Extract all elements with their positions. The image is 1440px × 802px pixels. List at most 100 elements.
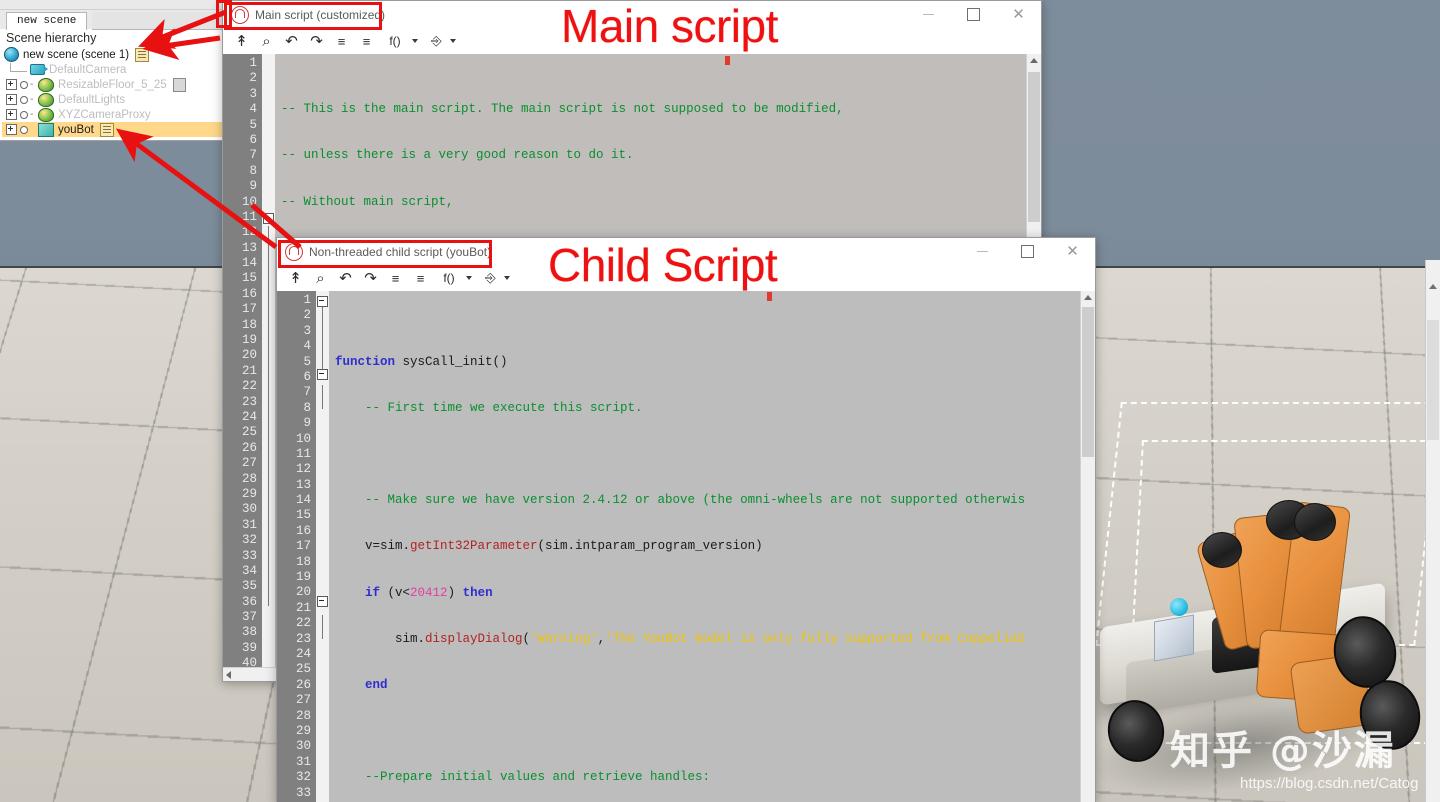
child-script-code[interactable]: function sysCall_init() -- First time we…	[329, 291, 1080, 802]
chevron-down-icon[interactable]	[412, 39, 418, 43]
scroll-thumb[interactable]	[1028, 72, 1040, 222]
fold-toggle-line-6[interactable]	[317, 369, 328, 380]
code-line: -- First time we execute this script.	[335, 400, 643, 415]
tab-bar-filler	[92, 12, 222, 30]
code-template-icon[interactable]: ⎆	[478, 267, 503, 289]
visibility-dot-icon[interactable]	[20, 95, 28, 104]
text-cursor	[767, 292, 772, 301]
child-window-controls[interactable]: ✕	[960, 238, 1095, 265]
tree-item-defaultcamera[interactable]: DefaultCamera	[2, 62, 222, 77]
dash-icon: -	[30, 94, 34, 105]
viewport-scroll-thumb[interactable]	[1427, 320, 1439, 440]
expand-toggle-icon[interactable]	[6, 79, 17, 90]
child-script-window[interactable]: Non-threaded child script (youBot) ✕ ↟ ⌕…	[276, 237, 1096, 802]
indent-icon[interactable]: ≡	[408, 267, 433, 289]
visibility-dot-icon[interactable]	[20, 80, 28, 89]
scroll-up-icon[interactable]	[1429, 284, 1437, 289]
tree-item-resizablefloor[interactable]: - ResizableFloor_5_25	[2, 77, 222, 92]
script-icon[interactable]	[99, 122, 114, 137]
child-script-titlebar[interactable]: Non-threaded child script (youBot) ✕	[277, 238, 1095, 265]
visibility-dot-icon[interactable]	[20, 125, 28, 134]
search-icon[interactable]: ⌕	[254, 30, 279, 52]
scene-tab-bar[interactable]: new scene	[0, 10, 222, 30]
unindent-icon[interactable]: ≡	[329, 30, 354, 52]
minimize-button[interactable]	[906, 1, 951, 28]
unindent-icon[interactable]: ≡	[383, 267, 408, 289]
code-template-icon[interactable]: ⎆	[424, 30, 449, 52]
chevron-down-icon-2[interactable]	[504, 276, 510, 280]
redo-icon[interactable]: ↷	[304, 30, 329, 52]
main-script-titlebar[interactable]: Main script (customized) ✕	[223, 1, 1041, 28]
tree-item-label: new scene (scene 1)	[23, 48, 130, 61]
scroll-left-icon[interactable]	[226, 671, 231, 679]
dash-icon	[30, 124, 36, 135]
tree-item-defaultlights[interactable]: - DefaultLights	[2, 92, 222, 107]
scroll-up-icon[interactable]	[1030, 58, 1038, 63]
scene-tree[interactable]: new scene (scene 1) DefaultCamera - Resi…	[0, 47, 222, 137]
fold-toggle-line-1[interactable]	[317, 296, 328, 307]
minimize-button[interactable]	[960, 238, 1005, 265]
visibility-dot-icon[interactable]	[20, 110, 28, 119]
upload-icon[interactable]: ↟	[283, 267, 308, 289]
expand-toggle-icon[interactable]	[6, 94, 17, 105]
scene-cube-object	[1154, 614, 1194, 662]
fold-toggle-line-11[interactable]	[263, 213, 274, 224]
script-umbrella-icon	[285, 242, 303, 261]
tree-item-label: ResizableFloor_5_25	[58, 78, 167, 91]
dash-icon: -	[30, 109, 34, 120]
dash-icon: -	[30, 79, 34, 90]
close-button[interactable]: ✕	[1050, 238, 1095, 265]
robot-joint-1	[1202, 532, 1242, 568]
sphere-icon	[38, 107, 54, 122]
script-icon[interactable]	[135, 47, 150, 62]
function-list-icon[interactable]: f()	[433, 267, 465, 289]
scroll-thumb[interactable]	[1082, 307, 1094, 457]
expand-toggle-icon[interactable]	[6, 124, 17, 135]
camera-icon	[30, 64, 48, 75]
chevron-down-icon[interactable]	[466, 276, 472, 280]
viewport-scrollbar[interactable]	[1425, 260, 1440, 802]
text-cursor	[725, 56, 730, 65]
function-list-icon[interactable]: f()	[379, 30, 411, 52]
child-fold-column[interactable]	[316, 291, 329, 802]
upload-icon[interactable]: ↟	[229, 30, 254, 52]
main-window-controls[interactable]: ✕	[906, 1, 1041, 28]
tree-item-label: youBot	[58, 123, 94, 136]
undo-icon[interactable]: ↶	[333, 267, 358, 289]
child-script-title: Non-threaded child script (youBot)	[309, 244, 492, 259]
maximize-button[interactable]	[1005, 238, 1050, 265]
expand-toggle-icon[interactable]	[6, 109, 17, 120]
code-line: -- Without main script,	[281, 194, 454, 209]
sphere-icon	[38, 77, 54, 92]
scene-hierarchy-title: Scene hierarchy	[0, 29, 222, 47]
main-fold-column[interactable]	[262, 54, 275, 681]
scene-hierarchy-panel[interactable]: new scene Scene hierarchy new scene (sce…	[0, 0, 223, 141]
tree-item-new-scene[interactable]: new scene (scene 1)	[2, 47, 222, 62]
chevron-down-icon-2[interactable]	[450, 39, 456, 43]
target-dummy-marker	[1170, 598, 1188, 616]
panel-top-strip	[0, 0, 222, 10]
sphere-icon	[38, 92, 54, 107]
search-icon[interactable]: ⌕	[308, 267, 333, 289]
redo-icon[interactable]: ↷	[358, 267, 383, 289]
page-icon[interactable]	[172, 77, 186, 92]
globe-icon	[4, 47, 19, 62]
child-code-scrollbar[interactable]	[1080, 291, 1095, 802]
child-script-code-area[interactable]: 1234 5678 9 10 11 12 13 14 15 16 17 18 19 20 21 22…	[277, 291, 1095, 802]
tab-new-scene[interactable]: new scene	[6, 12, 88, 30]
tree-item-label: DefaultLights	[58, 93, 126, 106]
tree-item-label: XYZCameraProxy	[58, 108, 151, 121]
tree-item-youbot[interactable]: youBot	[2, 122, 222, 137]
child-script-toolbar[interactable]: ↟ ⌕ ↶ ↷ ≡ ≡ f() ⎆	[277, 265, 1095, 292]
tree-item-xyzcameraproxy[interactable]: - XYZCameraProxy	[2, 107, 222, 122]
code-line: --Prepare initial values and retrieve ha…	[335, 770, 711, 785]
main-script-toolbar[interactable]: ↟ ⌕ ↶ ↷ ≡ ≡ f() ⎆	[223, 28, 1041, 55]
close-button[interactable]: ✕	[996, 1, 1041, 28]
indent-icon[interactable]: ≡	[354, 30, 379, 52]
tree-item-label: DefaultCamera	[49, 63, 127, 76]
maximize-button[interactable]	[951, 1, 996, 28]
fold-toggle-line-21[interactable]	[317, 596, 328, 607]
undo-icon[interactable]: ↶	[279, 30, 304, 52]
child-line-numbers: 1234 5678 9 10 11 12 13 14 15 16 17 18 19 20 21 22…	[277, 291, 316, 802]
scroll-up-icon[interactable]	[1084, 295, 1092, 300]
